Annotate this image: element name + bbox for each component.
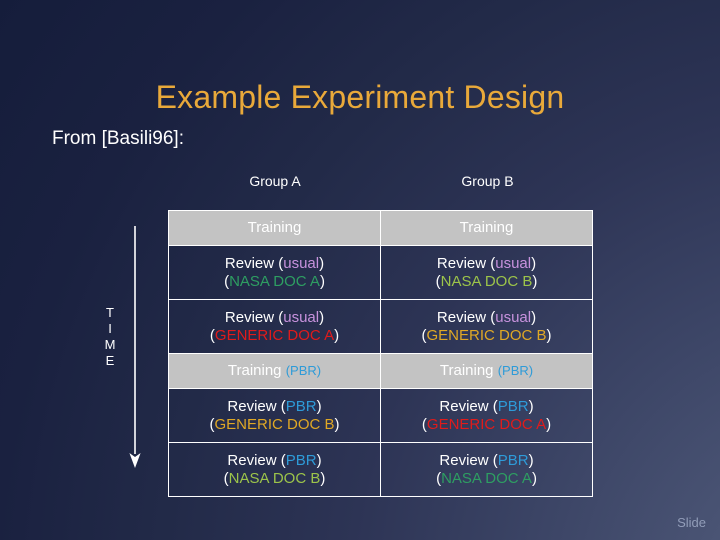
- cell-paren-close: ): [319, 308, 325, 326]
- table-cell-group-b: Review (usual) (GENERIC DOC B): [380, 299, 593, 354]
- cell-line-primary: Review (PBR): [381, 452, 592, 470]
- table-cell-group-a: Training: [168, 210, 381, 246]
- cell-text: Review (: [439, 451, 498, 469]
- time-axis-label: T I M E: [101, 305, 119, 369]
- cell-line-primary: Training: [169, 219, 380, 237]
- cell-token-pbr: (PBR): [497, 363, 534, 378]
- cell-paren-close: ): [319, 272, 325, 290]
- cell-line-primary: Review (usual): [381, 309, 592, 327]
- cell-text: Training: [439, 362, 498, 379]
- column-header-group-a: Group A: [249, 173, 301, 189]
- cell-token-generic-doc-a: GENERIC DOC A: [214, 326, 335, 344]
- table-row: Review (usual) (GENERIC DOC A) Review (usu…: [168, 299, 593, 354]
- cell-line-primary: Training: [381, 219, 592, 237]
- cell-token-pbr: PBR: [285, 397, 317, 415]
- cell-text: Training: [227, 362, 286, 379]
- table-row: Review (usual) (NASA DOC A) Review (usual)…: [168, 245, 593, 300]
- cell-text: Review (: [224, 308, 284, 326]
- time-arrow-down-icon: [129, 226, 141, 468]
- cell-token-usual: usual: [283, 308, 320, 326]
- table-row: Training Training: [168, 210, 593, 246]
- cell-paren-close: ): [546, 415, 552, 433]
- cell-token-pbr: PBR: [497, 397, 529, 415]
- cell-token-usual: usual: [495, 308, 532, 326]
- time-letter-i: I: [108, 321, 112, 336]
- cell-text: Review (: [227, 397, 286, 415]
- cell-line-primary: Training (PBR): [169, 362, 380, 380]
- cell-line-document: (GENERIC DOC B): [381, 327, 592, 345]
- cell-text: Training: [247, 219, 302, 236]
- cell-paren-close: ): [531, 254, 537, 272]
- cell-token-nasa-doc-a: NASA DOC A: [441, 469, 532, 487]
- cell-line-primary: Review (usual): [169, 255, 380, 273]
- cell-token-usual: usual: [495, 254, 532, 272]
- page-title: Example Experiment Design: [155, 79, 565, 116]
- cell-line-document: (NASA DOC A): [381, 470, 592, 488]
- cell-text: Review (: [227, 451, 286, 469]
- table-cell-group-b: Training: [380, 210, 593, 246]
- experiment-design-table: Training Training Review (usual) (NASA DOC …: [168, 210, 593, 497]
- cell-line-primary: Review (usual): [381, 255, 592, 273]
- cell-paren-close: ): [531, 308, 537, 326]
- cell-token-usual: usual: [283, 254, 320, 272]
- cell-text: Review (: [224, 254, 284, 272]
- table-row: Review (PBR) (GENERIC DOC B) Review (PBR)(…: [168, 388, 593, 443]
- cell-token-pbr: PBR: [497, 451, 529, 469]
- cell-line-document: (GENERIC DOC B): [169, 416, 380, 434]
- cell-text: Review (: [439, 397, 498, 415]
- table-cell-group-a: Review (usual) (NASA DOC A): [168, 245, 381, 300]
- table-cell-group-a: Training (PBR): [168, 353, 381, 389]
- table-row: Review (PBR) (NASA DOC B) Review (PBR) (NAS…: [168, 442, 593, 497]
- cell-line-primary: Review (PBR): [169, 452, 380, 470]
- cell-line-primary: Review (PBR): [381, 398, 592, 416]
- cell-paren-close: ): [316, 451, 322, 469]
- cell-token-generic-doc-b: GENERIC DOC B: [214, 415, 335, 433]
- cell-text: Review (: [436, 254, 496, 272]
- column-header-group-b: Group B: [461, 173, 514, 189]
- cell-line-primary: Training (PBR): [381, 362, 592, 380]
- cell-line-document: (NASA DOC B): [381, 273, 592, 291]
- cell-line-primary: Review (PBR): [169, 398, 380, 416]
- table-cell-group-a: Review (PBR) (NASA DOC B): [168, 442, 381, 497]
- cell-token-nasa-doc-b: NASA DOC B: [228, 469, 321, 487]
- slide-canvas: Example Experiment Design From [Basili96…: [0, 0, 720, 540]
- cell-line-primary: Review (usual): [169, 309, 380, 327]
- cell-paren-close: ): [334, 415, 340, 433]
- cell-paren-close: ): [531, 469, 537, 487]
- cell-token-nasa-doc-a: NASA DOC A: [229, 272, 320, 290]
- time-letter-e: E: [105, 353, 115, 368]
- table-cell-group-b: Review (PBR) (NASA DOC A): [380, 442, 593, 497]
- cell-paren-close: ): [316, 397, 322, 415]
- cell-paren-close: ): [546, 326, 552, 344]
- cell-line-document: (NASA DOC B): [169, 470, 380, 488]
- slide-footer: Slide: [677, 515, 706, 530]
- cell-text: Review (: [436, 308, 496, 326]
- cell-text: Training: [459, 219, 514, 236]
- cell-token-pbr: PBR: [285, 451, 317, 469]
- cell-paren-close: ): [334, 326, 340, 344]
- cell-paren-close: ): [528, 397, 534, 415]
- time-letter-m: M: [104, 337, 116, 352]
- cell-line-document: (GENERIC DOC A): [169, 327, 380, 345]
- table-cell-group-b: Training (PBR): [380, 353, 593, 389]
- cell-paren-close: ): [528, 451, 534, 469]
- table-row: Training (PBR) Training (PBR): [168, 353, 593, 389]
- cell-paren-close: ): [319, 254, 325, 272]
- table-cell-group-a: Review (PBR) (GENERIC DOC B): [168, 388, 381, 443]
- cell-line-document: (GENERIC DOC A): [381, 416, 592, 434]
- cell-paren-close: ): [320, 469, 326, 487]
- table-cell-group-b: Review (usual) (NASA DOC B): [380, 245, 593, 300]
- time-letter-t: T: [106, 305, 114, 320]
- cell-line-document: (NASA DOC A): [169, 273, 380, 291]
- table-cell-group-b: Review (PBR) (GENERIC DOC A): [380, 388, 593, 443]
- cell-paren-close: ): [532, 272, 538, 290]
- source-citation: From [Basili96]:: [52, 128, 184, 149]
- cell-token-generic-doc-a: GENERIC DOC A: [426, 415, 547, 433]
- cell-token-generic-doc-b: GENERIC DOC B: [426, 326, 547, 344]
- cell-token-pbr: (PBR): [285, 363, 322, 378]
- table-body: Training Training Review (usual) (NASA DOC …: [168, 210, 593, 497]
- table-cell-group-a: Review (usual) (GENERIC DOC A): [168, 299, 381, 354]
- cell-token-nasa-doc-b: NASA DOC B: [440, 272, 533, 290]
